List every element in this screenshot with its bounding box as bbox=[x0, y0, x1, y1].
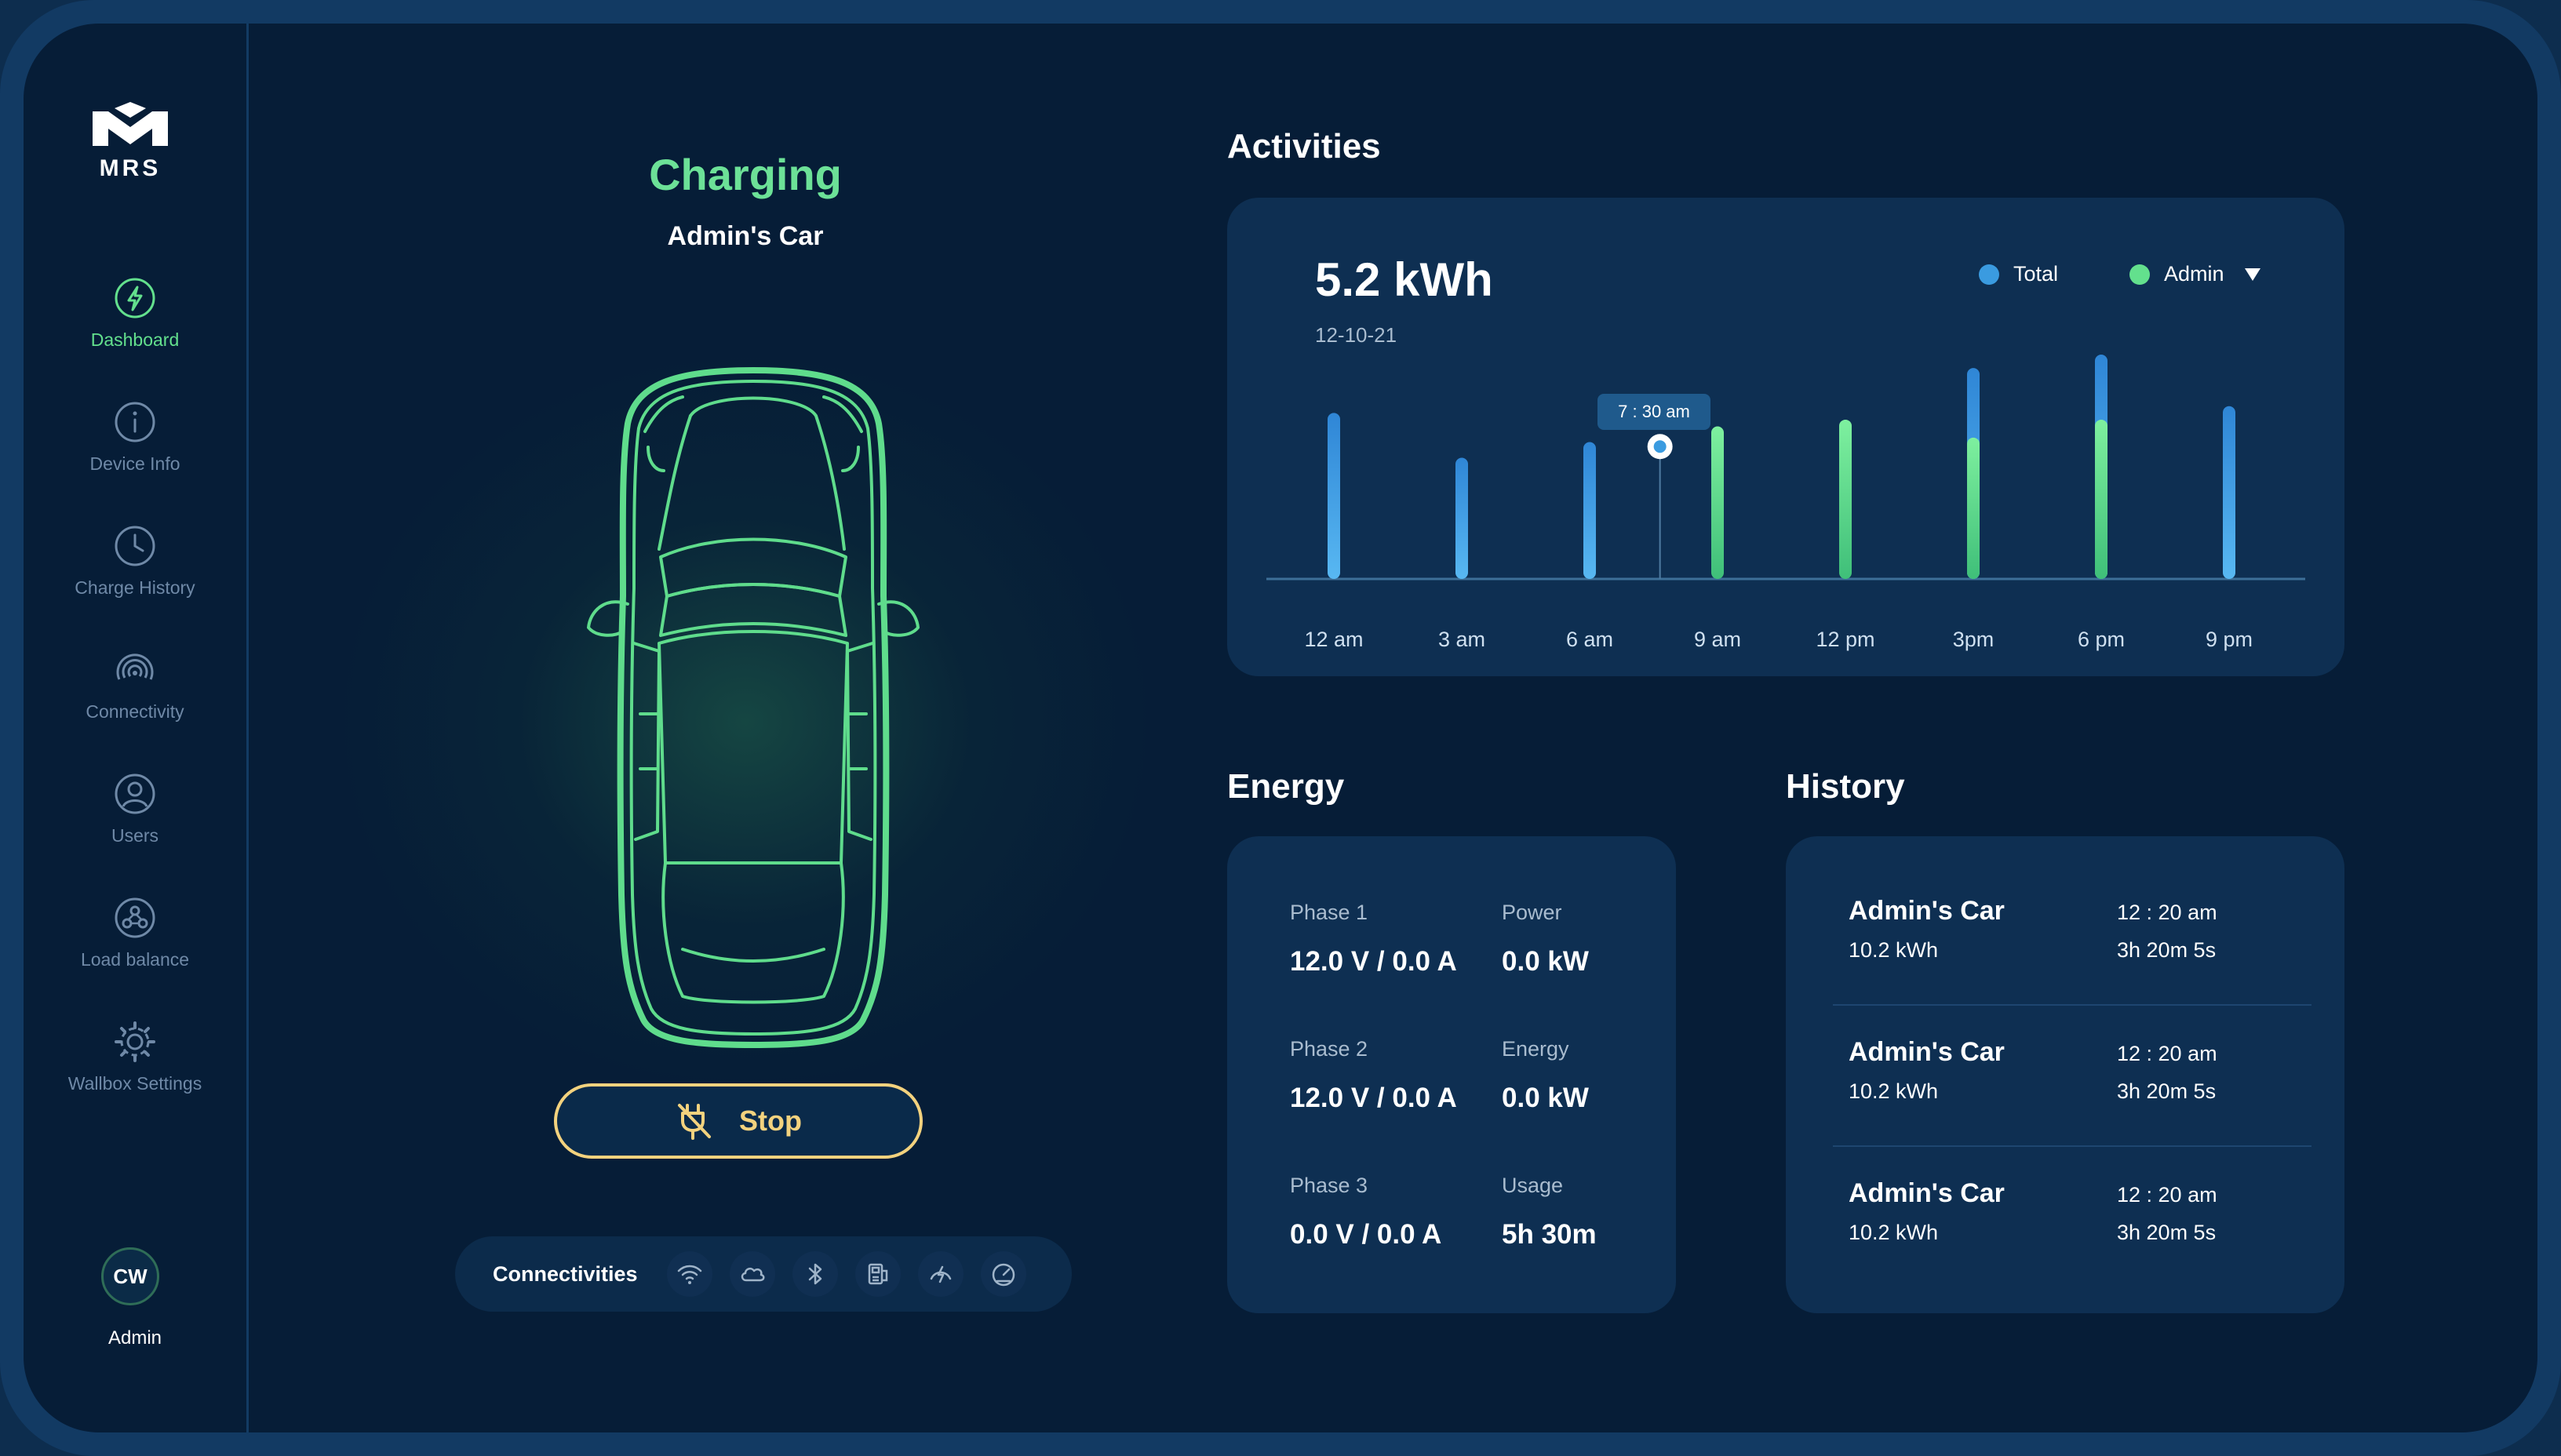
sidebar-item-charge-history[interactable]: Charge History bbox=[24, 524, 246, 599]
activities-card: 5.2 kWh 12-10-21 Total Admin 7 : 30 am 1… bbox=[1227, 198, 2344, 676]
chart-x-tick-label: 9 am bbox=[1693, 628, 1742, 651]
energy-value: 0.0 kW bbox=[1502, 1083, 1589, 1113]
history-duration: 3h 20m 5s bbox=[2117, 1221, 2217, 1244]
avatar-label: Admin bbox=[107, 1327, 162, 1349]
signal-icon bbox=[116, 653, 154, 680]
sidebar-item-users[interactable]: Users bbox=[24, 772, 246, 846]
sidebar-item-wallbox-settings[interactable]: Wallbox Settings bbox=[24, 1020, 246, 1094]
history-kwh: 10.2 kWh bbox=[1849, 938, 1939, 962]
chart-bar-admin[interactable] bbox=[1967, 437, 1980, 579]
history-time: 12 : 20 am bbox=[2117, 1042, 2217, 1065]
app-screen: MRS Dashboard Device Info Charge History bbox=[24, 24, 2537, 1432]
chart-bar-total[interactable] bbox=[1328, 413, 1340, 579]
energy-card: Phase 1 12.0 V / 0.0 A Power 0.0 kW Phas… bbox=[1227, 836, 1676, 1313]
sidebar-item-label: Charge History bbox=[75, 577, 195, 598]
chart-tooltip: 7 : 30 am bbox=[1597, 394, 1710, 430]
chart-marker-point-inner bbox=[1653, 440, 1667, 453]
connectivities-label: Connectivities bbox=[493, 1261, 638, 1286]
chart-x-tick-label: 9 pm bbox=[2205, 628, 2253, 651]
stop-charging-button[interactable]: Stop bbox=[554, 1083, 923, 1159]
connectivities-bar: Connectivities bbox=[455, 1236, 1072, 1312]
car-name: Admin's Car bbox=[667, 221, 824, 251]
sidebar-item-label: Dashboard bbox=[90, 329, 180, 350]
sidebar-item-label: Connectivity bbox=[86, 701, 184, 722]
gear-icon bbox=[115, 1021, 155, 1062]
history-time: 12 : 20 am bbox=[2117, 901, 2217, 924]
chart-bar-total[interactable] bbox=[1455, 457, 1468, 579]
phase-3-value: 0.0 V / 0.0 A bbox=[1290, 1219, 1442, 1250]
lightning-icon bbox=[115, 278, 155, 318]
network-icon bbox=[115, 897, 155, 938]
charge-speed-icon[interactable] bbox=[918, 1251, 964, 1297]
unplug-icon bbox=[678, 1104, 711, 1140]
chart-x-tick-label: 12 am bbox=[1304, 628, 1364, 651]
sidebar-item-label: Wallbox Settings bbox=[67, 1073, 202, 1094]
phase-2-label: Phase 2 bbox=[1290, 1037, 1368, 1061]
history-duration: 3h 20m 5s bbox=[2117, 1079, 2217, 1103]
activities-chart bbox=[1266, 355, 2305, 581]
sidebar-item-label: Users bbox=[111, 825, 159, 846]
chart-x-tick-label: 12 pm bbox=[1816, 628, 1875, 651]
sidebar-item-label: Load balance bbox=[80, 949, 190, 970]
history-heading: History bbox=[1786, 767, 1905, 806]
sidebar-item-dashboard[interactable]: Dashboard bbox=[24, 276, 246, 351]
history-item[interactable]: Admin's Car 10.2 kWh 12 : 20 am 3h 20m 5… bbox=[1786, 998, 2344, 1139]
brand-logo: MRS bbox=[93, 102, 168, 180]
power-label: Power bbox=[1502, 901, 1562, 924]
chart-x-tick-label: 3 am bbox=[1437, 628, 1486, 651]
phase-2-value: 12.0 V / 0.0 A bbox=[1290, 1083, 1457, 1113]
energy-label: Energy bbox=[1502, 1037, 1569, 1061]
history-car-name: Admin's Car bbox=[1849, 896, 2005, 926]
history-item[interactable]: Admin's Car 10.2 kWh 12 : 20 am 3h 20m 5… bbox=[1786, 1139, 2344, 1280]
charging-status-title: Charging bbox=[649, 150, 842, 199]
phase-1-label: Phase 1 bbox=[1290, 901, 1368, 924]
car-top-view-illustration bbox=[587, 367, 920, 1048]
sidebar-item-label: Device Info bbox=[89, 453, 180, 474]
sidebar-item-connectivity[interactable]: Connectivity bbox=[24, 648, 246, 723]
chart-bar-admin[interactable] bbox=[2095, 419, 2107, 579]
energy-heading: Energy bbox=[1227, 767, 1345, 806]
sidebar-item-load-balance[interactable]: Load balance bbox=[24, 896, 246, 970]
power-value: 0.0 kW bbox=[1502, 946, 1589, 977]
gauge-icon[interactable] bbox=[981, 1251, 1026, 1297]
history-car-name: Admin's Car bbox=[1849, 1178, 2005, 1208]
chart-bar-total[interactable] bbox=[2223, 406, 2235, 579]
history-item[interactable]: Admin's Car 10.2 kWh 12 : 20 am 3h 20m 5… bbox=[1786, 857, 2344, 998]
chart-x-tick-label: 3pm bbox=[1952, 628, 1995, 651]
bluetooth-icon[interactable] bbox=[792, 1251, 838, 1297]
clock-icon bbox=[115, 526, 155, 566]
ethernet-icon[interactable] bbox=[855, 1251, 901, 1297]
phase-1-value: 12.0 V / 0.0 A bbox=[1290, 946, 1457, 977]
avatar[interactable]: CW bbox=[101, 1247, 159, 1305]
chart-bar-admin[interactable] bbox=[1711, 426, 1724, 579]
cloud-icon[interactable] bbox=[730, 1251, 775, 1297]
user-icon bbox=[115, 774, 155, 814]
history-time: 12 : 20 am bbox=[2117, 1183, 2217, 1207]
history-car-name: Admin's Car bbox=[1849, 1037, 2005, 1067]
sidebar: MRS Dashboard Device Info Charge History bbox=[24, 24, 249, 1432]
history-card: Admin's Car 10.2 kWh 12 : 20 am 3h 20m 5… bbox=[1786, 836, 2344, 1313]
chart-x-tick-label: 6 pm bbox=[2077, 628, 2126, 651]
stop-button-label: Stop bbox=[739, 1105, 802, 1137]
history-kwh: 10.2 kWh bbox=[1849, 1221, 1939, 1244]
usage-label: Usage bbox=[1502, 1174, 1564, 1197]
history-kwh: 10.2 kWh bbox=[1849, 1079, 1939, 1103]
chart-bar-total[interactable] bbox=[1583, 442, 1596, 579]
history-duration: 3h 20m 5s bbox=[2117, 938, 2217, 962]
chart-x-tick-label: 6 am bbox=[1565, 628, 1614, 651]
info-icon bbox=[115, 402, 155, 442]
logo-text: MRS bbox=[100, 155, 162, 180]
sidebar-item-device-info[interactable]: Device Info bbox=[24, 400, 246, 475]
chart-bar-admin[interactable] bbox=[1839, 419, 1852, 579]
wifi-icon[interactable] bbox=[667, 1251, 712, 1297]
usage-value: 5h 30m bbox=[1502, 1219, 1597, 1250]
phase-3-label: Phase 3 bbox=[1290, 1174, 1368, 1197]
activities-heading: Activities bbox=[1227, 127, 1381, 166]
